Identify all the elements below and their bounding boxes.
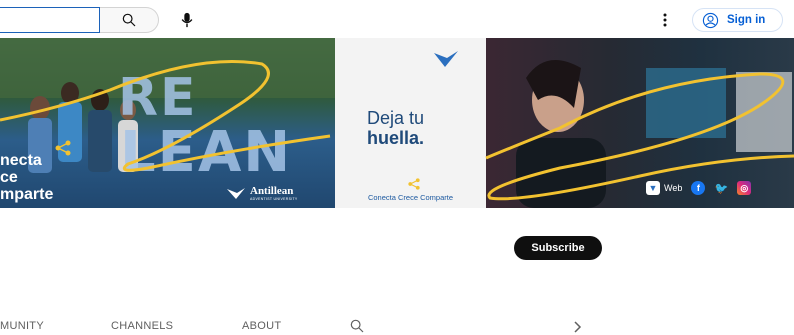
instagram-icon[interactable]: ◎	[737, 181, 752, 195]
web-icon: ▼	[646, 181, 660, 195]
bird-logo-icon	[434, 51, 458, 67]
tab-community[interactable]: MUNITY	[0, 320, 44, 332]
mic-icon	[181, 12, 193, 28]
search-button[interactable]	[100, 7, 159, 33]
sign-in-label: Sign in	[727, 14, 766, 26]
social-links: ▼ Web f 🐦 ◎	[646, 181, 752, 195]
search-icon	[122, 13, 136, 27]
antillean-logo: Antillean ADVENTIST UNIVERSITY	[226, 186, 298, 202]
subscribe-button[interactable]: Subscribe	[514, 236, 602, 260]
tab-channels[interactable]: CHANNELS	[111, 320, 173, 332]
banner-tagline: Deja tu huella.	[367, 108, 424, 148]
banner-slogan-3: mparte	[0, 186, 54, 203]
connect-dots-icon	[408, 178, 420, 190]
voice-search-button[interactable]	[174, 7, 200, 33]
sign-in-button[interactable]: Sign in	[692, 8, 783, 32]
settings-menu-button[interactable]	[655, 9, 675, 31]
banner-big-text-1: RE	[118, 68, 198, 128]
tagline-line-2: huella.	[367, 128, 425, 148]
search-input[interactable]	[0, 7, 100, 33]
bird-logo-icon	[227, 188, 245, 199]
banner-big-text-2: LEAN	[120, 120, 293, 185]
banner-footer-text: Conecta Crece Comparte	[367, 193, 454, 202]
banner-left-panel: RE LEAN necta ce mparte Antillean ADVENT…	[0, 38, 335, 208]
logo-sub: ADVENTIST UNIVERSITY	[250, 197, 298, 201]
facebook-icon[interactable]: f	[691, 181, 706, 195]
account-icon	[702, 12, 719, 28]
banner-slogan-1: necta	[0, 152, 42, 169]
web-link-label: Web	[664, 183, 683, 193]
masthead: Sign in	[0, 0, 794, 38]
web-link[interactable]: ▼ Web	[646, 181, 682, 195]
banner-slogan-2: ce	[0, 169, 18, 186]
twitter-icon[interactable]: 🐦	[714, 181, 728, 195]
tab-about[interactable]: ABOUT	[242, 320, 281, 332]
connect-dots-icon	[55, 140, 71, 156]
more-vert-icon	[663, 13, 667, 27]
tagline-line-1: Deja tu	[367, 108, 425, 128]
channel-tabs: MUNITY CHANNELS ABOUT	[0, 318, 794, 335]
chevron-right-icon[interactable]	[572, 321, 582, 333]
search-icon[interactable]	[349, 318, 365, 334]
logo-name: Antillean	[250, 185, 294, 197]
channel-banner: RE LEAN necta ce mparte Antillean ADVENT…	[0, 38, 794, 208]
